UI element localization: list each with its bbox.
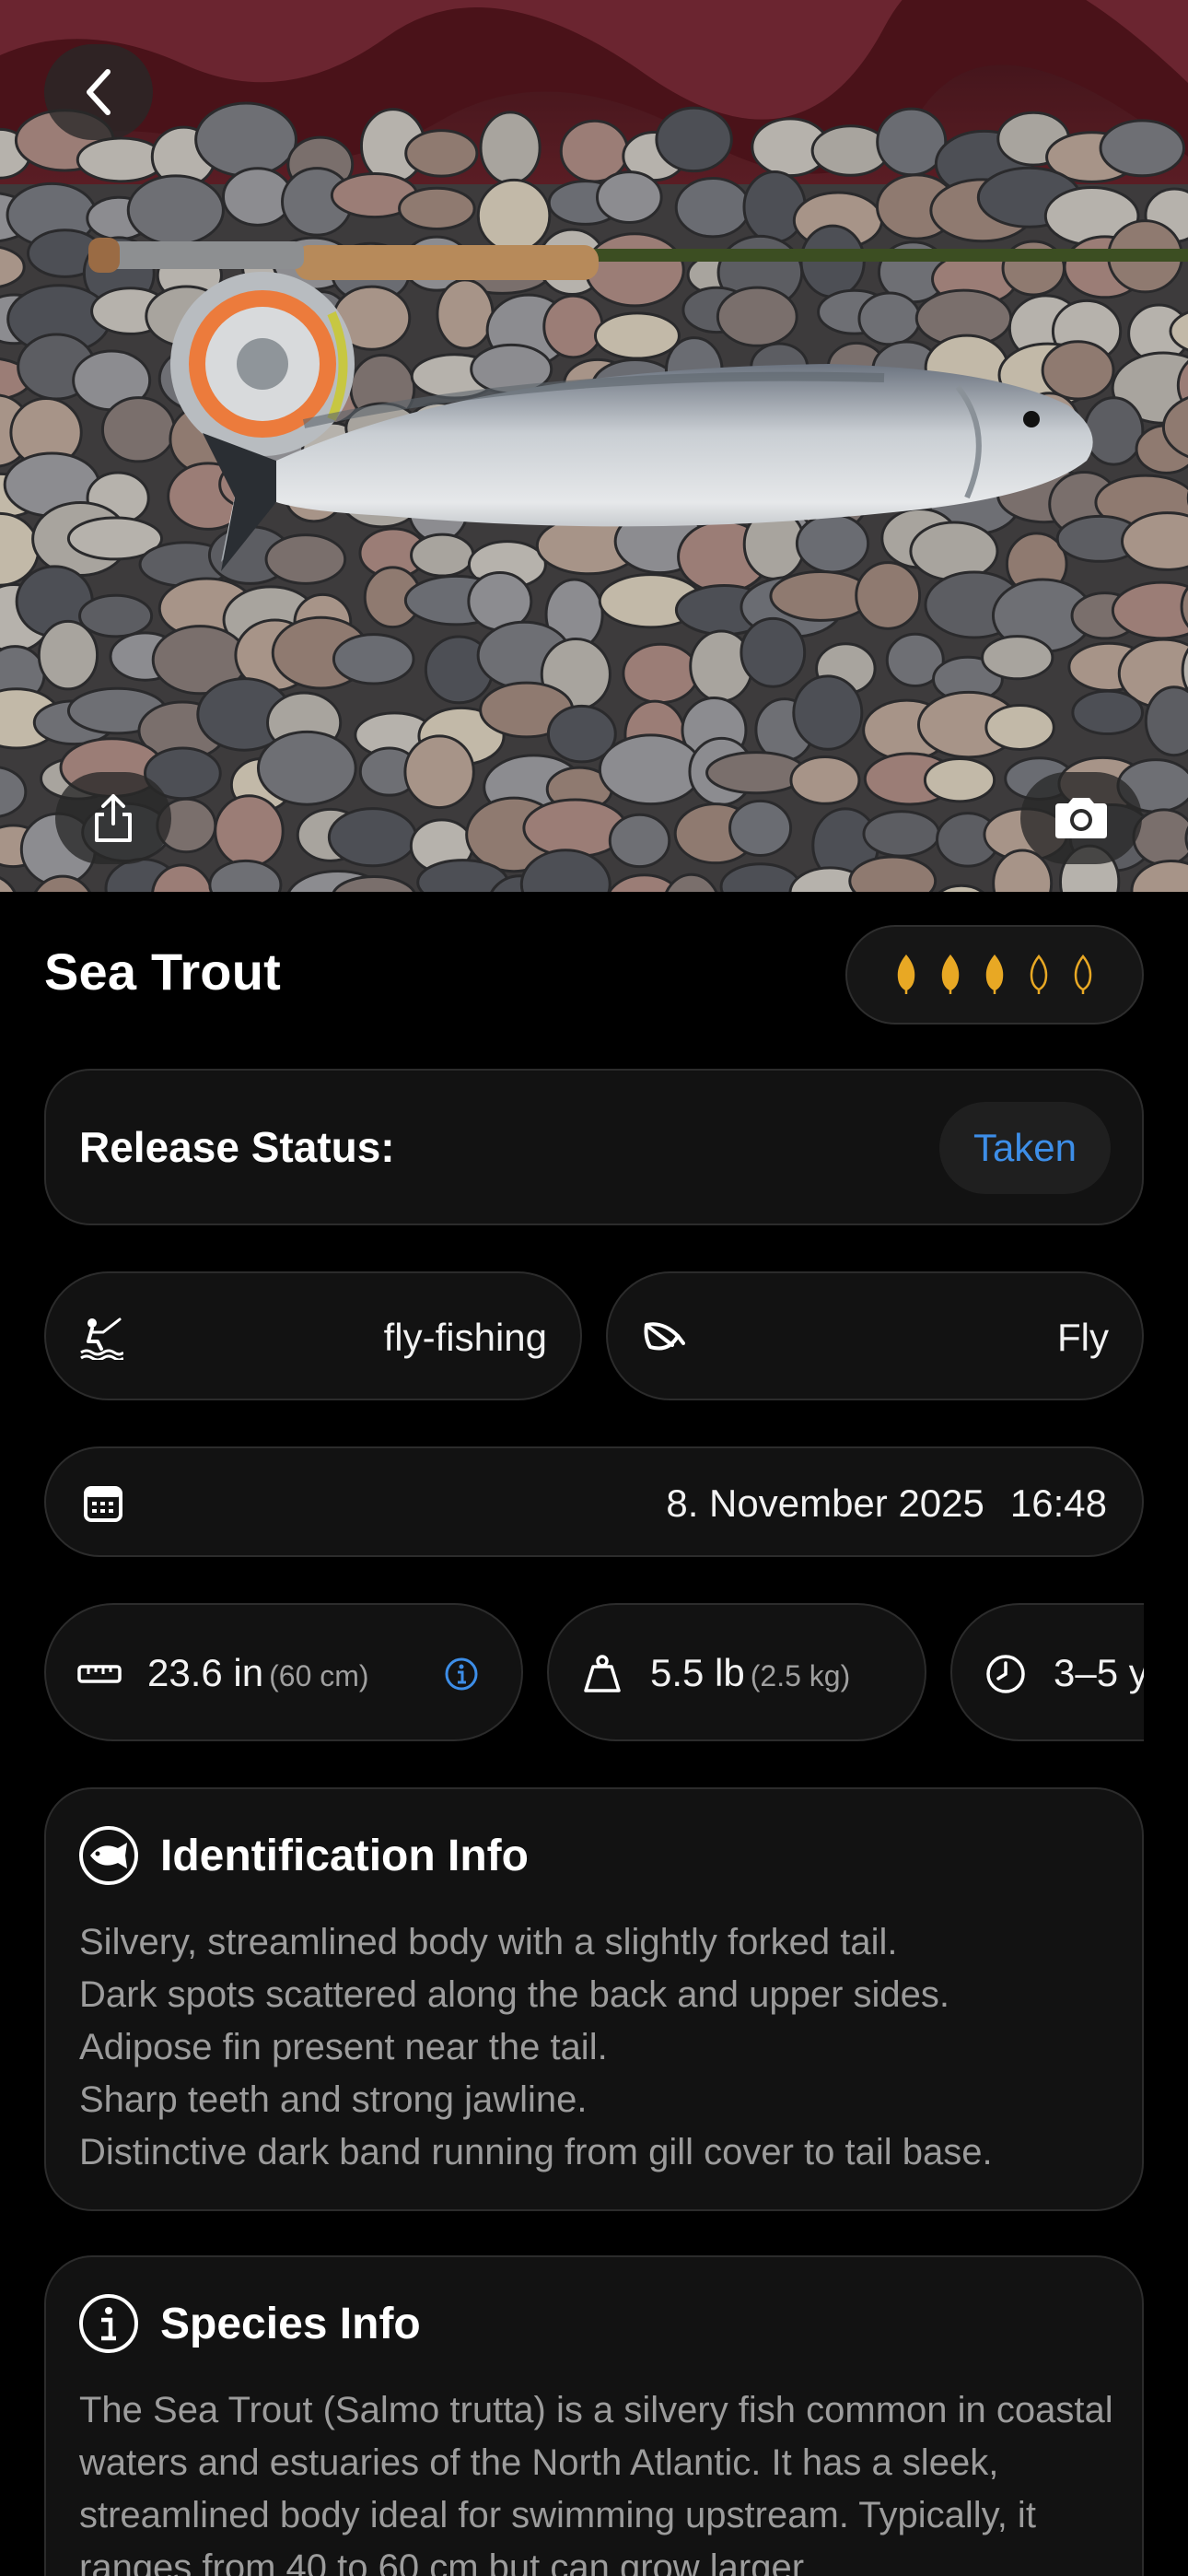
length-value: 23.6 in (60 cm)	[147, 1651, 369, 1695]
length-metric: (60 cm)	[269, 1659, 369, 1692]
rating-selector[interactable]	[845, 925, 1144, 1025]
release-status-card: Release Status: Taken	[44, 1069, 1144, 1225]
catch-photo	[0, 0, 1188, 892]
lure-empty-icon[interactable]	[1029, 954, 1049, 995]
calendar-icon	[84, 1486, 122, 1522]
catch-date: 8. November 2025	[666, 1481, 984, 1525]
catch-detail-screen: Sea Trout Release Status: Taken fly-fish…	[0, 0, 1188, 2576]
lure-filled-icon[interactable]	[984, 954, 1005, 995]
stats-scroller[interactable]: 23.6 in (60 cm) 5.5 lb (2.5 kg) 3–5 y	[44, 1603, 1144, 1741]
ruler-icon	[77, 1665, 122, 1683]
fishing-method-field[interactable]: fly-fishing	[44, 1271, 582, 1400]
length-imperial: 23.6 in	[147, 1651, 264, 1694]
fisherman-icon	[80, 1317, 123, 1360]
identification-line: Dark spots scattered along the back and …	[79, 1974, 949, 2015]
bait-field[interactable]: Fly	[606, 1271, 1144, 1400]
back-button[interactable]	[44, 44, 153, 140]
age-stat[interactable]: 3–5 y	[950, 1603, 1144, 1741]
identification-title: Identification Info	[160, 1831, 529, 1880]
share-button[interactable]	[55, 772, 171, 864]
identification-line: Sharp teeth and strong jawline.	[79, 2079, 588, 2120]
release-status-value[interactable]: Taken	[939, 1102, 1111, 1194]
info-icon[interactable]	[444, 1657, 479, 1692]
release-status-label: Release Status:	[79, 1123, 395, 1171]
species-info-title: Species Info	[160, 2299, 421, 2348]
weight-stat[interactable]: 5.5 lb (2.5 kg)	[547, 1603, 926, 1741]
lure-filled-icon[interactable]	[940, 954, 961, 995]
bait-value: Fly	[1057, 1316, 1109, 1359]
weight-imperial: 5.5 lb	[650, 1651, 745, 1694]
age-value: 3–5 y	[1054, 1651, 1144, 1694]
weight-value: 5.5 lb (2.5 kg)	[650, 1651, 850, 1695]
identification-info-card: Identification Info Silvery, streamlined…	[44, 1787, 1144, 2211]
chevron-left-icon	[87, 69, 111, 115]
species-title: Sea Trout	[44, 943, 281, 1001]
catch-photo-image	[0, 0, 1188, 892]
catch-time: 16:48	[1009, 1481, 1107, 1525]
fish-badge-icon	[79, 1826, 138, 1885]
camera-icon	[1055, 798, 1107, 838]
weight-metric: (2.5 kg)	[750, 1659, 851, 1692]
identification-text: Silvery, streamlined body with a slightl…	[79, 1916, 1114, 2179]
fishing-method-value: fly-fishing	[383, 1316, 547, 1359]
species-info-card: Species Info The Sea Trout (Salmo trutta…	[44, 2255, 1144, 2576]
camera-button[interactable]	[1020, 772, 1142, 864]
fly-lure-icon	[644, 1322, 685, 1351]
species-info-text: The Sea Trout (Salmo trutta) is a silver…	[79, 2390, 1113, 2576]
weight-icon	[584, 1655, 621, 1692]
date-time-value: 8. November 2025 16:48	[666, 1481, 1107, 1526]
clock-icon	[986, 1655, 1025, 1693]
identification-line: Distinctive dark band running from gill …	[79, 2132, 993, 2172]
length-stat[interactable]: 23.6 in (60 cm)	[44, 1603, 523, 1741]
lure-empty-icon[interactable]	[1073, 954, 1093, 995]
date-time-field[interactable]: 8. November 2025 16:48	[44, 1446, 1144, 1557]
info-circle-icon	[79, 2294, 138, 2353]
share-icon	[95, 794, 132, 842]
lure-filled-icon[interactable]	[896, 954, 916, 995]
identification-line: Silvery, streamlined body with a slightl…	[79, 1922, 898, 1962]
identification-line: Adipose fin present near the tail.	[79, 2027, 608, 2067]
